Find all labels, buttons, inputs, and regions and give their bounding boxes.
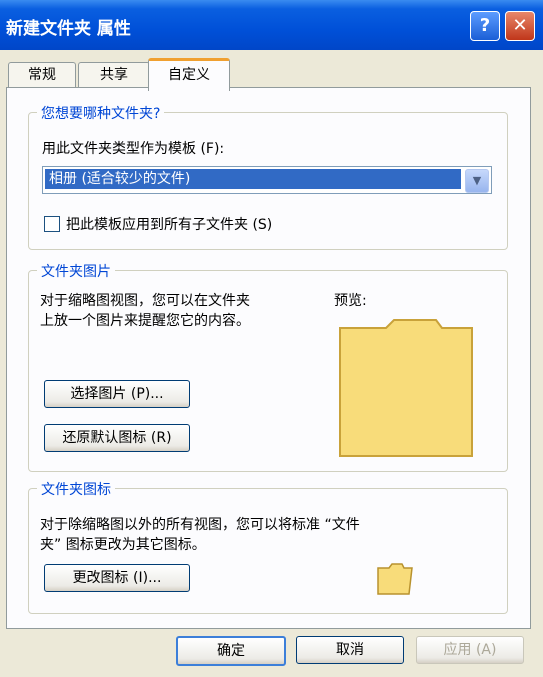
cancel-button[interactable]: 取消 <box>296 636 404 664</box>
folder-icon <box>377 563 413 595</box>
folder-icon-group-title: 文件夹图标 <box>37 479 115 499</box>
choose-picture-button[interactable]: 选择图片 (P)... <box>44 380 190 408</box>
tab-customize[interactable]: 自定义 <box>148 58 230 91</box>
title-bar: 新建文件夹 属性 ? ✕ <box>0 0 543 50</box>
icon-desc-line2: 夹” 图标更改为其它图标。 <box>40 537 206 553</box>
apply-subfolders-checkbox[interactable] <box>44 216 60 232</box>
template-select[interactable]: 相册 (适合较少的文件) ▼ <box>42 166 492 194</box>
close-icon: ✕ <box>512 15 528 36</box>
preview-label: 预览: <box>334 293 367 309</box>
template-label: 用此文件夹类型作为模板 (F): <box>42 141 225 157</box>
template-selected-value: 相册 (适合较少的文件) <box>45 169 461 189</box>
picture-desc-line1: 对于缩略图视图，您可以在文件夹 <box>40 293 250 309</box>
help-icon: ? <box>479 15 491 36</box>
icon-desc-line1: 对于除缩略图以外的所有视图，您可以将标准 “文件 <box>40 517 360 533</box>
folder-type-group-title: 您想要哪种文件夹? <box>37 103 165 123</box>
tab-sharing[interactable]: 共享 <box>78 62 150 87</box>
apply-button[interactable]: 应用 (A) <box>416 636 524 664</box>
folder-picture-group-title: 文件夹图片 <box>37 261 115 281</box>
folder-preview-icon <box>339 319 473 457</box>
tab-general[interactable]: 常规 <box>8 62 76 87</box>
apply-subfolders-label[interactable]: 把此模板应用到所有子文件夹 (S) <box>66 214 272 234</box>
chevron-down-icon[interactable]: ▼ <box>465 169 489 193</box>
ok-button[interactable]: 确定 <box>176 636 286 666</box>
change-icon-button[interactable]: 更改图标 (I)... <box>44 564 190 592</box>
restore-default-button[interactable]: 还原默认图标 (R) <box>44 424 190 452</box>
window-title: 新建文件夹 属性 <box>6 19 131 39</box>
help-button[interactable]: ? <box>470 11 500 41</box>
close-button[interactable]: ✕ <box>505 11 535 41</box>
picture-desc-line2: 上放一个图片来提醒您它的内容。 <box>40 313 250 329</box>
